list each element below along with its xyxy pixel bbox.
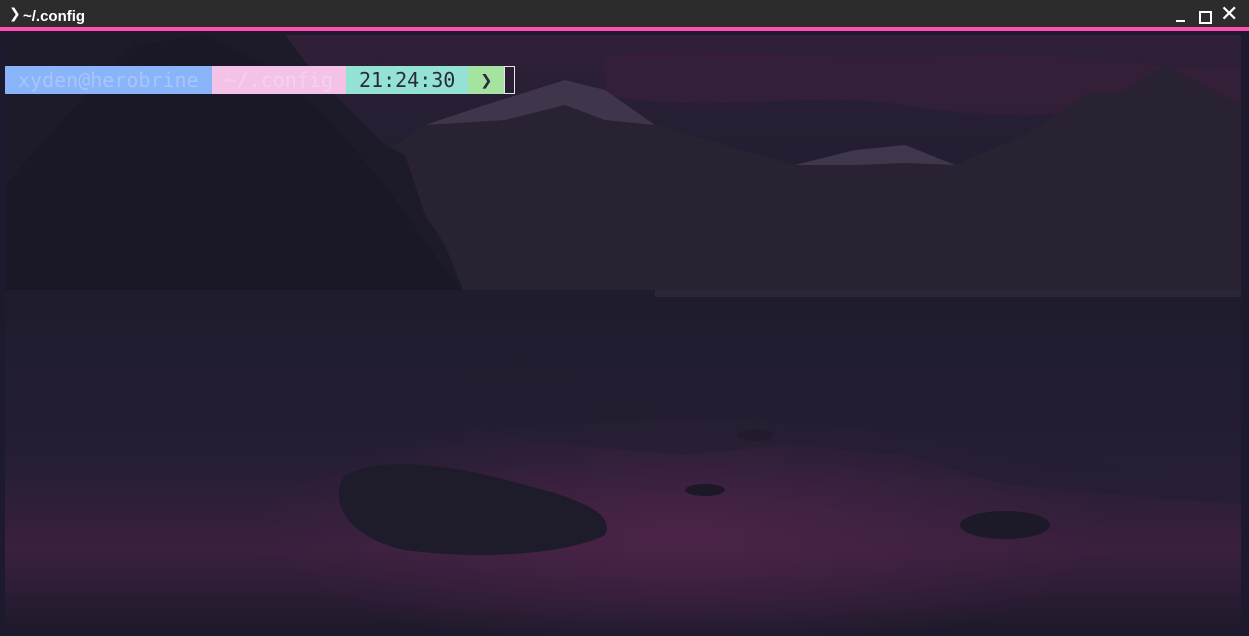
- minimize-button[interactable]: [1171, 4, 1191, 26]
- minimize-icon: [1176, 20, 1185, 22]
- shell-prompt: xyden@herobrine ~/.config 21:24:30 ❯: [5, 66, 516, 94]
- prompt-user-host: xyden@herobrine: [5, 66, 212, 94]
- maximize-button[interactable]: [1195, 4, 1215, 26]
- terminal-window: ❯ ~/.config ✕ xyden@herobrine ~/.config …: [0, 0, 1249, 636]
- maximize-icon: [1199, 11, 1212, 24]
- close-button[interactable]: ✕: [1219, 2, 1239, 27]
- text-cursor[interactable]: [504, 66, 516, 94]
- title-bar[interactable]: ❯ ~/.config ✕: [0, 0, 1249, 31]
- window-title: ~/.config: [23, 8, 86, 25]
- prompt-path: ~/.config: [211, 66, 346, 94]
- prompt-chevron-icon: ❯: [9, 6, 21, 22]
- prompt-arrow-icon: ❯: [468, 66, 505, 94]
- terminal-area[interactable]: xyden@herobrine ~/.config 21:24:30 ❯: [5, 35, 1241, 636]
- close-icon: ✕: [1220, 2, 1239, 27]
- wallpaper-background: [5, 35, 1241, 636]
- prompt-time: 21:24:30: [346, 66, 469, 94]
